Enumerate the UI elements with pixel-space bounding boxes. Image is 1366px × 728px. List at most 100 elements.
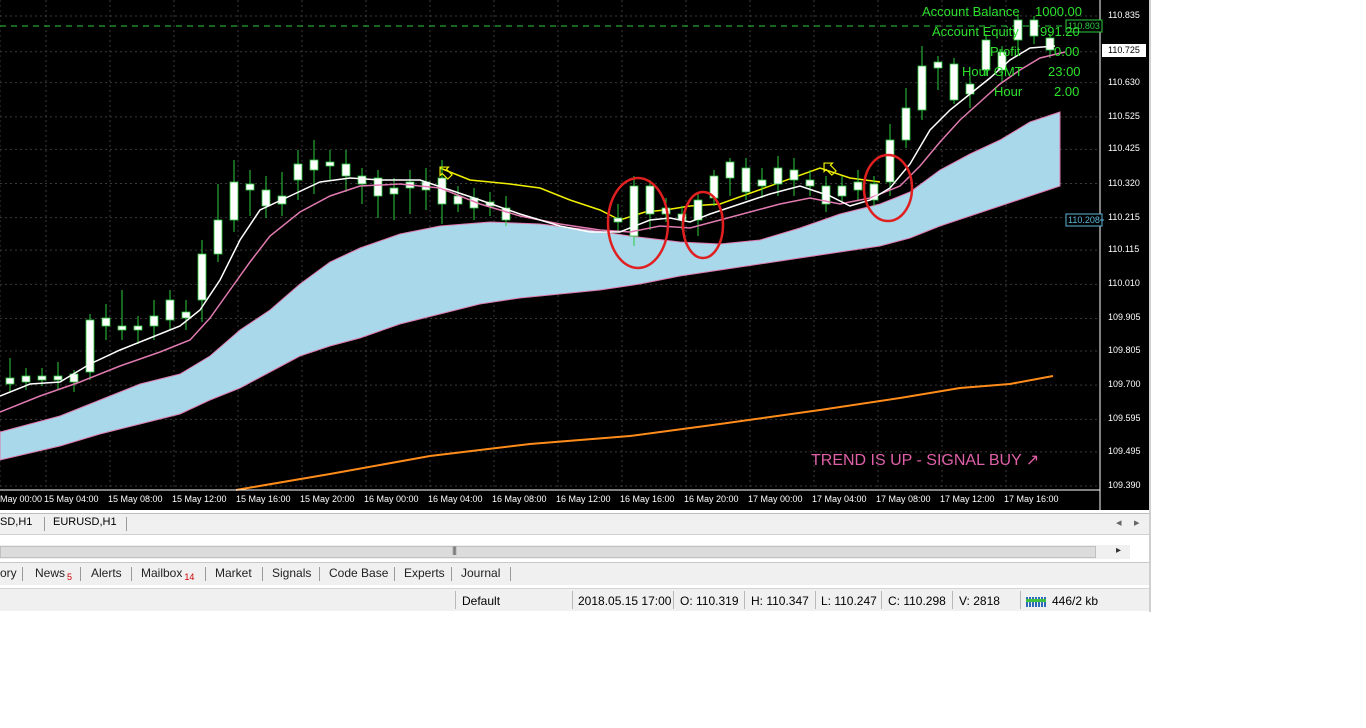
price-tick-label: 110.320 (1108, 177, 1140, 188)
account-equity-label: Account Equity (932, 24, 1019, 39)
tab-history[interactable]: ory (0, 566, 17, 580)
scroll-right-arrow-icon[interactable]: ▸ (1116, 545, 1121, 556)
tab-alerts[interactable]: Alerts (91, 566, 122, 580)
candle-body (885, 139, 895, 183)
price-tick-label: 110.525 (1108, 110, 1140, 121)
time-tick-label: 15 May 12:00 (172, 494, 227, 504)
time-tick-label: 17 May 08:00 (876, 494, 931, 504)
candle-body (725, 161, 735, 179)
candle-body (181, 311, 191, 319)
candle-body (789, 169, 799, 181)
chart-tabs-bar: SD,H1 EURUSD,H1 ◂ ▸ (0, 513, 1149, 535)
candle-body (21, 375, 31, 383)
status-volume: V: 2818 (959, 594, 1000, 608)
price-tick-label: 109.905 (1108, 312, 1141, 323)
tab-scroll-left-icon[interactable]: ◂ (1116, 516, 1122, 529)
candle-body (293, 163, 303, 181)
news-count-badge: 5 (67, 572, 73, 582)
hour-gmt-label: Hour GMT (962, 64, 1023, 79)
connection-bars-icon (1026, 594, 1048, 607)
status-open: O: 110.319 (680, 594, 739, 608)
long-moving-average (235, 375, 1054, 491)
candle-body (949, 63, 959, 101)
tab-signals[interactable]: Signals (272, 566, 311, 580)
time-tick-label: 16 May 16:00 (620, 494, 675, 504)
price-tick-label: 109.805 (1108, 345, 1141, 356)
account-balance-value: 1000.00 (1035, 4, 1082, 19)
trend-signal-text: TREND IS UP - SIGNAL BUY ↗ (811, 452, 1040, 469)
candle-body (325, 161, 335, 167)
candle-body (341, 163, 351, 177)
price-tick-label: 110.835 (1108, 10, 1140, 20)
time-tick-label: 17 May 00:00 (748, 494, 803, 504)
candle-body (437, 177, 447, 205)
price-marker-band-label: 110.208 (1068, 215, 1100, 225)
time-tick-label: 15 May 20:00 (300, 494, 355, 504)
candle-body (101, 317, 111, 327)
tab-experts[interactable]: Experts (404, 566, 445, 580)
status-high: H: 110.347 (751, 594, 809, 608)
mailbox-count-badge: 14 (184, 572, 195, 582)
time-tick-label: 16 May 08:00 (492, 494, 547, 504)
status-profile[interactable]: Default (462, 594, 500, 608)
price-tick-label: 110.115 (1108, 244, 1140, 255)
tab-market[interactable]: Market (215, 566, 252, 580)
candle-body (453, 195, 463, 205)
time-tick-label: 17 May 04:00 (812, 494, 867, 504)
scrollbar-thumb[interactable]: ||| (0, 545, 1096, 558)
price-tick-label: 110.010 (1108, 278, 1140, 289)
tab-mailbox[interactable]: Mailbox 14 (141, 566, 194, 582)
time-tick-label: 17 May 16:00 (1004, 494, 1059, 504)
terminal-tabs: ory News 5 Alerts Mailbox 14 Market Signal… (0, 562, 1149, 585)
tab-journal[interactable]: Journal (461, 566, 500, 580)
chart-tab-eurusd[interactable]: EURUSD,H1 (53, 516, 117, 528)
horizontal-scrollbar[interactable]: ||| ▸ (0, 545, 1130, 559)
chart-tab-usdjpy[interactable]: SD,H1 (0, 516, 32, 528)
price-tick-label: 109.595 (1108, 413, 1141, 424)
candle-body (389, 187, 399, 195)
candle-body (149, 315, 159, 327)
candle-body (805, 179, 815, 187)
time-tick-label: 15 May 04:00 (44, 494, 99, 504)
time-tick-label: 16 May 12:00 (556, 494, 611, 504)
tab-scroll-right-icon[interactable]: ▸ (1134, 516, 1140, 529)
time-tick-label: 16 May 20:00 (684, 494, 739, 504)
ichimoku-cloud (0, 111, 1061, 461)
price-tick-label: 110.630 (1108, 76, 1140, 87)
profit-label: Profit (990, 44, 1021, 59)
hour-label: Hour (994, 84, 1023, 99)
tab-news[interactable]: News 5 (35, 566, 72, 582)
arrow-signal-icon (823, 162, 837, 176)
candle-body (901, 107, 911, 141)
candle-body (357, 175, 367, 185)
time-tick-label: 17 May 12:00 (940, 494, 995, 504)
candle-body (613, 217, 623, 223)
time-tick-label: 16 May 00:00 (364, 494, 419, 504)
hour-value: 2.00 (1054, 84, 1080, 99)
candle-body (741, 167, 751, 193)
candle-body (165, 299, 175, 321)
candle-body (37, 375, 47, 381)
price-marker-top-label: 110.803 (1068, 21, 1100, 31)
status-close: C: 110.298 (888, 594, 946, 608)
candle-body (1045, 37, 1055, 51)
grip-icon: ||| (452, 545, 457, 555)
candle-body (133, 325, 143, 331)
window-right-border (1149, 0, 1151, 612)
price-tick-label: 109.495 (1108, 445, 1141, 456)
status-traffic: 446/2 kb (1052, 594, 1099, 608)
candle-body (213, 219, 223, 255)
candle-body (757, 179, 767, 187)
candle-body (245, 183, 255, 191)
candle-body (197, 253, 207, 301)
tab-code-base[interactable]: Code Base (329, 566, 388, 580)
candle-body (837, 185, 847, 197)
candle-body (117, 325, 127, 331)
candle-body (5, 377, 15, 385)
time-tick-label: 16 May 04:00 (428, 494, 483, 504)
price-chart[interactable]: Account Balance 1000.00 Account Equity 9… (0, 0, 1149, 510)
status-low: L: 110.247 (821, 594, 877, 608)
candle-body (1029, 19, 1039, 37)
account-balance-label: Account Balance (922, 4, 1020, 19)
price-tick-label: 109.390 (1108, 480, 1141, 490)
